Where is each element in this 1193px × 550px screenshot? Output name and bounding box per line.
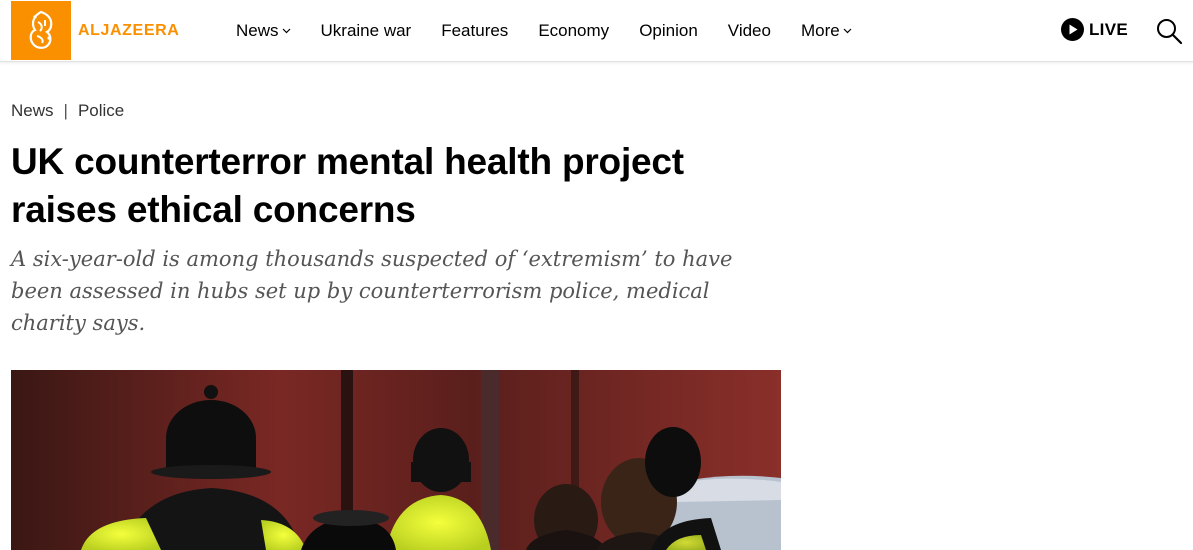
logo-wordmark: ALJAZEERA — [78, 21, 180, 39]
breadcrumb-link-news[interactable]: News — [11, 101, 54, 121]
nav-item-video[interactable]: Video — [728, 21, 771, 41]
article-subtitle: A six-year-old is among thousands suspec… — [11, 247, 733, 335]
nav-item-opinion[interactable]: Opinion — [639, 21, 698, 41]
chevron-down-icon — [282, 28, 291, 34]
nav-item-label: Video — [727, 20, 771, 40]
hero-image — [11, 370, 781, 550]
play-icon — [1061, 18, 1084, 41]
nav-item-label: Ukraine war — [320, 20, 412, 40]
nav-item-features[interactable]: Features — [441, 21, 508, 41]
nav-item-economy[interactable]: Economy — [538, 21, 609, 41]
nav-item-label: Opinion — [639, 20, 698, 40]
nav-item-more[interactable]: More — [801, 21, 852, 41]
article-title: UK counterterror mental health project r… — [11, 141, 684, 230]
search-icon[interactable] — [1155, 17, 1183, 45]
live-button[interactable]: LIVE — [1061, 18, 1128, 41]
nav-item-label: Features — [441, 20, 509, 40]
breadcrumb: News | Police — [11, 101, 124, 121]
breadcrumb-link-police[interactable]: Police — [78, 101, 124, 121]
nav-item-label: News — [236, 20, 279, 40]
nav-item-news[interactable]: News — [236, 21, 291, 41]
aljazeera-logo-icon — [11, 1, 71, 60]
nav-item-ukraine-war[interactable]: Ukraine war — [321, 21, 412, 41]
chevron-down-icon — [843, 28, 852, 34]
site-logo[interactable]: ALJAZEERA — [11, 1, 179, 60]
breadcrumb-separator: | — [63, 101, 68, 120]
site-header: ALJAZEERA News Ukraine war Features Econ… — [0, 0, 1193, 62]
main-nav: News Ukraine war Features Economy Opinio… — [236, 0, 882, 61]
nav-item-label: More — [800, 20, 840, 40]
nav-item-label: Economy — [538, 20, 610, 40]
live-label: LIVE — [1089, 19, 1128, 39]
